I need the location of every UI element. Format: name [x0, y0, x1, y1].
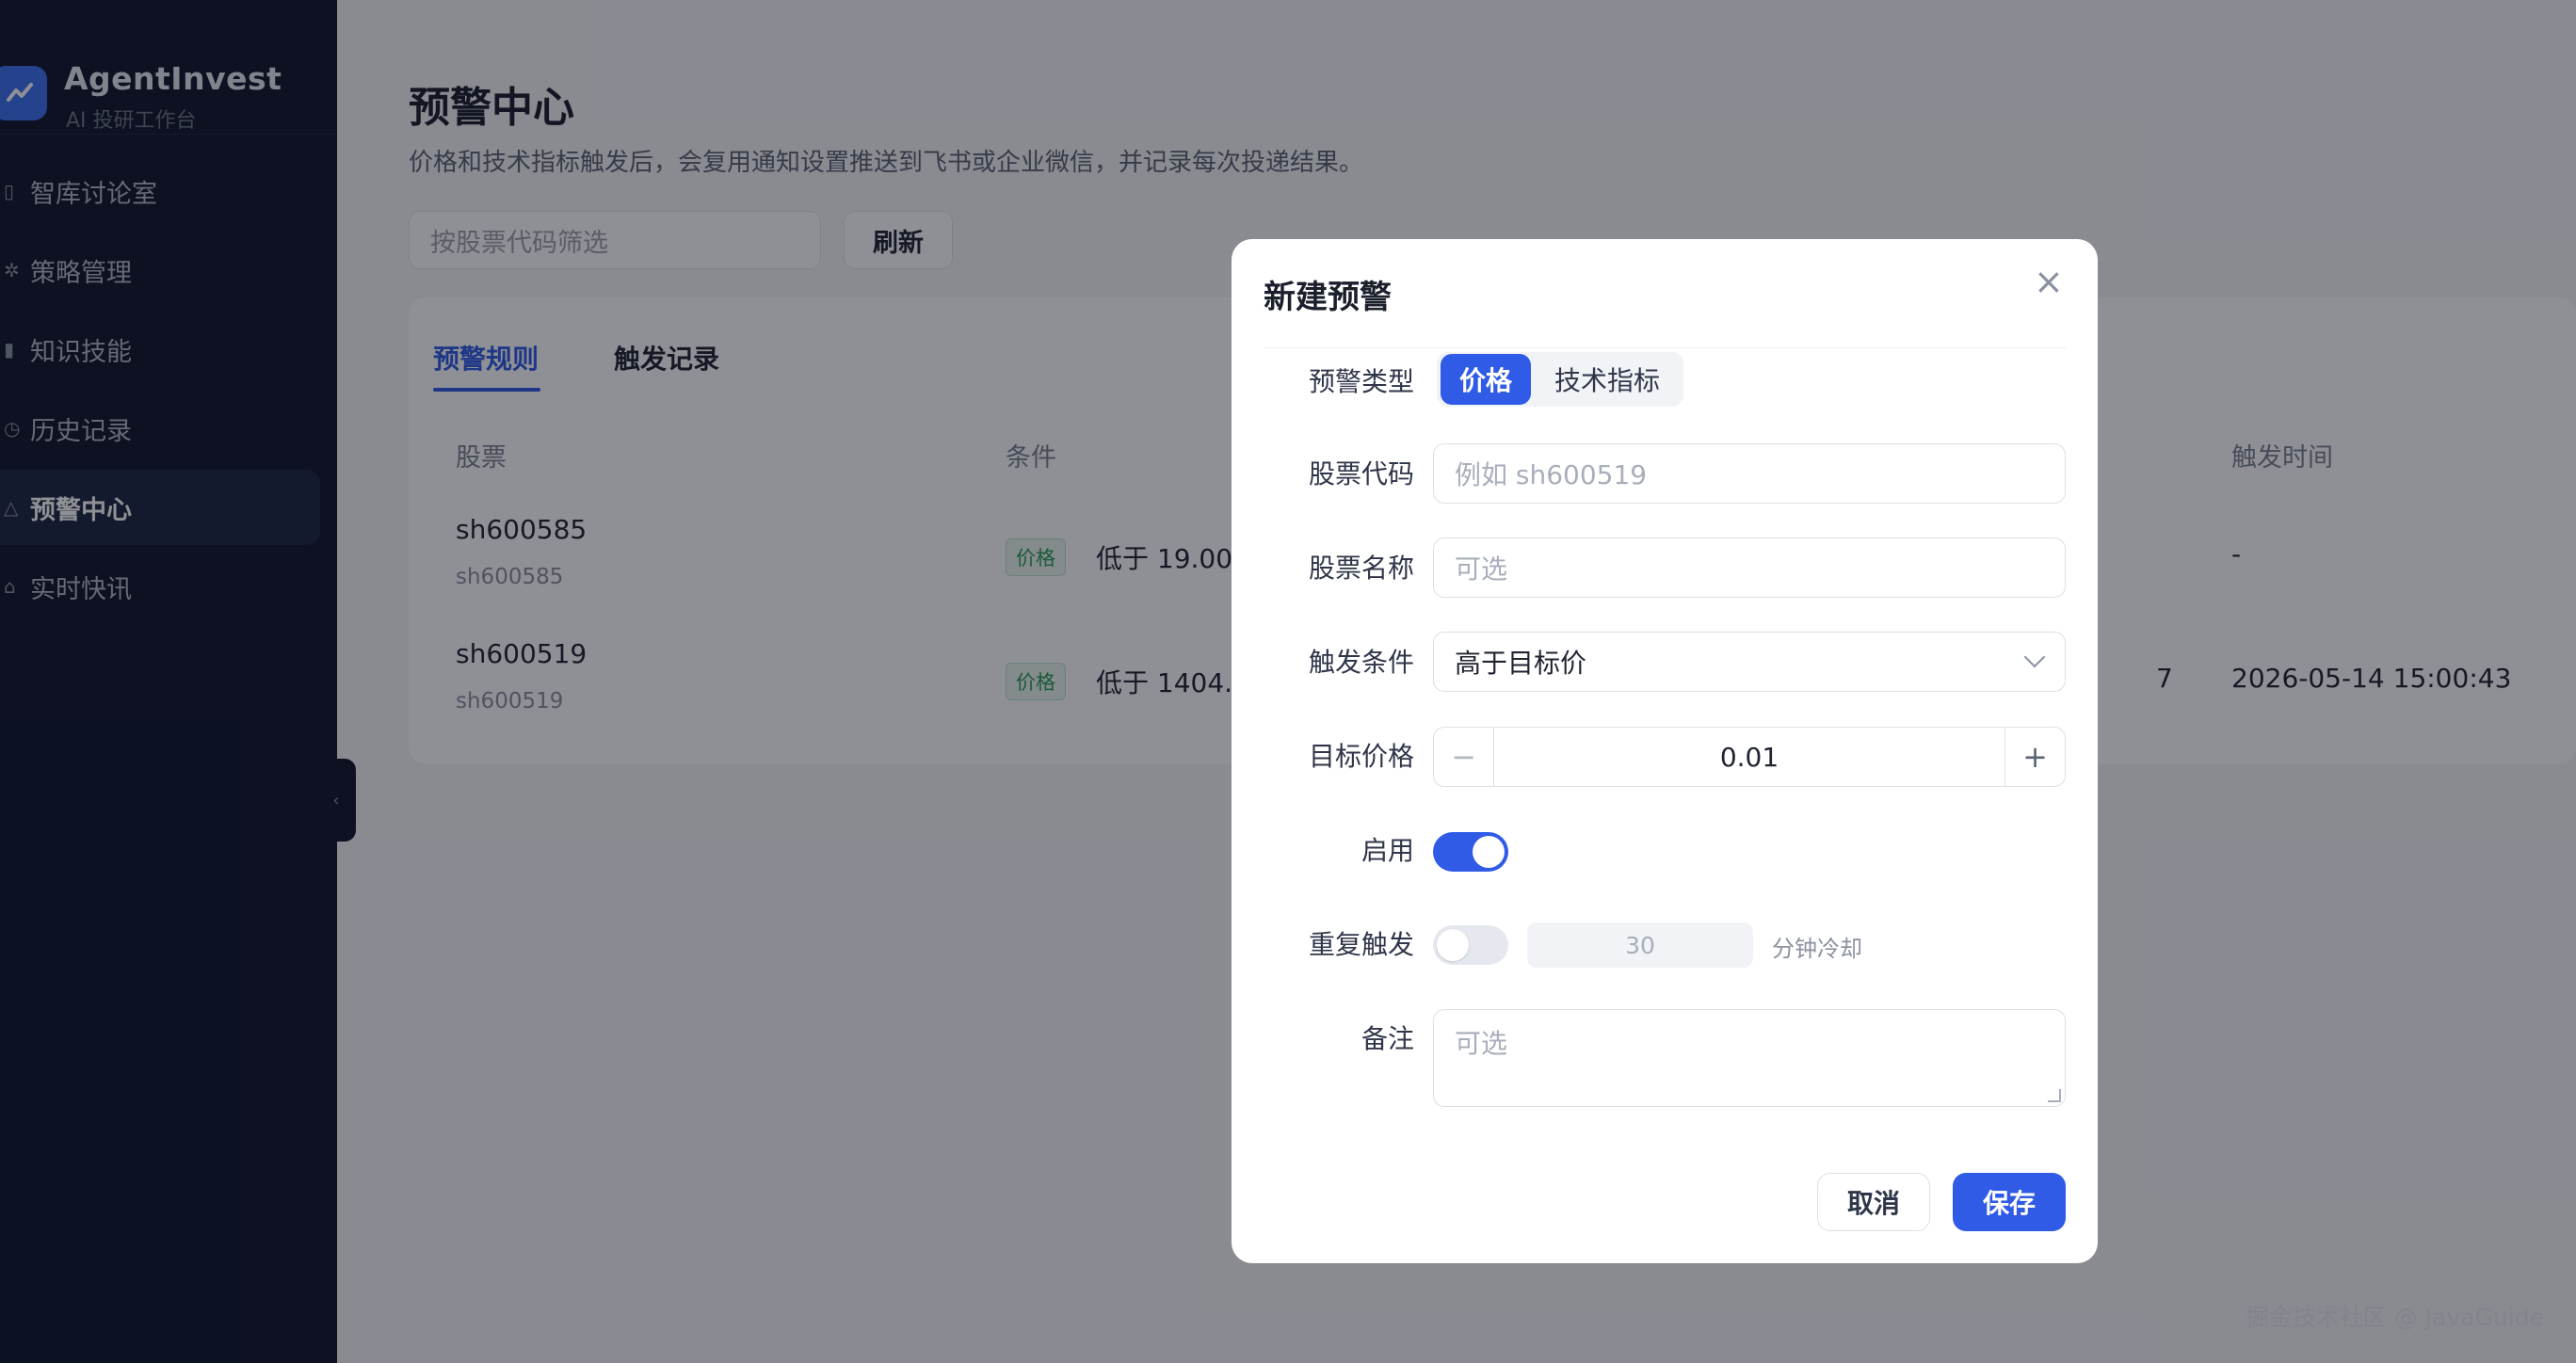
dialog-title: 新建预警	[1264, 279, 1392, 316]
toggle-knob	[1437, 929, 1469, 961]
stock-name-input[interactable]: 可选	[1433, 537, 2066, 598]
cancel-button[interactable]: 取消	[1817, 1173, 1930, 1231]
type-option-price[interactable]: 价格	[1441, 354, 1531, 405]
note-textarea[interactable]: 可选	[1433, 1009, 2066, 1107]
repeat-toggle[interactable]	[1433, 925, 1508, 965]
cooldown-input[interactable]: 30	[1527, 922, 1753, 968]
divider	[1264, 347, 2066, 348]
note-placeholder: 可选	[1455, 1028, 1508, 1059]
condition-label: 触发条件	[1308, 647, 1414, 678]
target-price-input[interactable]: 0.01	[1494, 728, 2004, 786]
close-icon[interactable]: ×	[2034, 264, 2064, 299]
target-price-label: 目标价格	[1308, 741, 1414, 772]
type-option-indicator[interactable]: 技术指标	[1535, 354, 1680, 405]
condition-value: 高于目标价	[1455, 648, 1587, 679]
stock-code-input[interactable]: 例如 sh600519	[1433, 443, 2066, 504]
stock-code-label: 股票代码	[1308, 458, 1414, 489]
increment-button[interactable]: +	[2004, 728, 2065, 786]
stock-name-label: 股票名称	[1308, 553, 1414, 584]
resize-handle-icon[interactable]	[2048, 1089, 2061, 1102]
target-price-stepper: − 0.01 +	[1433, 727, 2066, 787]
note-label: 备注	[1360, 1023, 1414, 1054]
condition-select[interactable]: 高于目标价	[1433, 632, 2066, 692]
new-alert-dialog: 新建预警 × 预警类型 价格 技术指标 股票代码 例如 sh600519 股票名…	[1232, 239, 2098, 1263]
alert-type-segmented: 价格 技术指标	[1437, 352, 1683, 407]
toggle-knob	[1473, 836, 1505, 868]
cooldown-unit: 分钟冷却	[1772, 936, 1862, 962]
chevron-down-icon	[2023, 646, 2046, 668]
alert-type-label: 预警类型	[1308, 366, 1414, 397]
repeat-label: 重复触发	[1308, 929, 1414, 960]
enable-toggle[interactable]	[1433, 832, 1508, 872]
enable-label: 启用	[1360, 835, 1414, 866]
save-button[interactable]: 保存	[1953, 1173, 2066, 1231]
decrement-button[interactable]: −	[1434, 728, 1494, 786]
